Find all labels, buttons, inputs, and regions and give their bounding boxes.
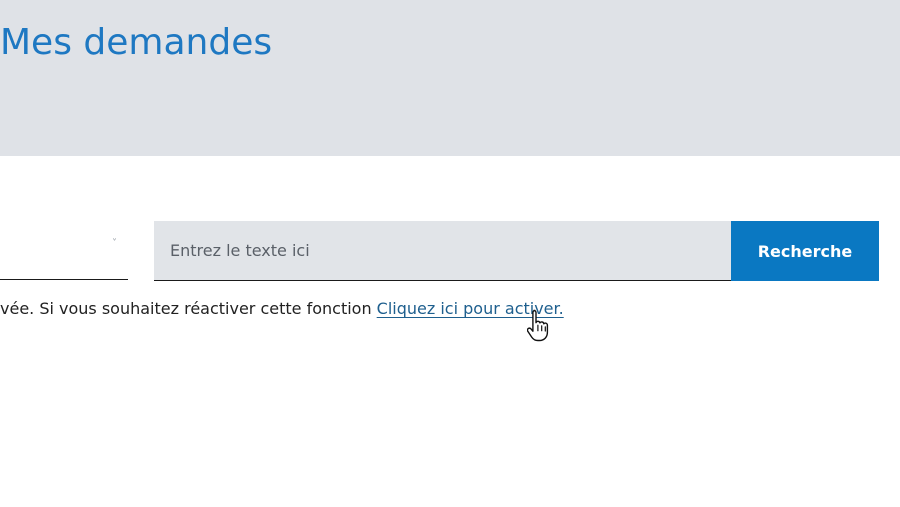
search-input[interactable] [154, 221, 731, 281]
hand-pointer-cursor-icon [527, 309, 549, 342]
page-header: Mes demandes [0, 0, 900, 156]
search-button[interactable]: Recherche [731, 221, 879, 281]
notice-text: vée. Si vous souhaitez réactiver cette f… [0, 299, 377, 318]
category-select[interactable]: ˅ [0, 222, 128, 280]
page-title: Mes demandes [0, 22, 273, 63]
chevron-down-icon: ˅ [112, 238, 117, 249]
reactivation-notice: vée. Si vous souhaitez réactiver cette f… [0, 298, 564, 320]
